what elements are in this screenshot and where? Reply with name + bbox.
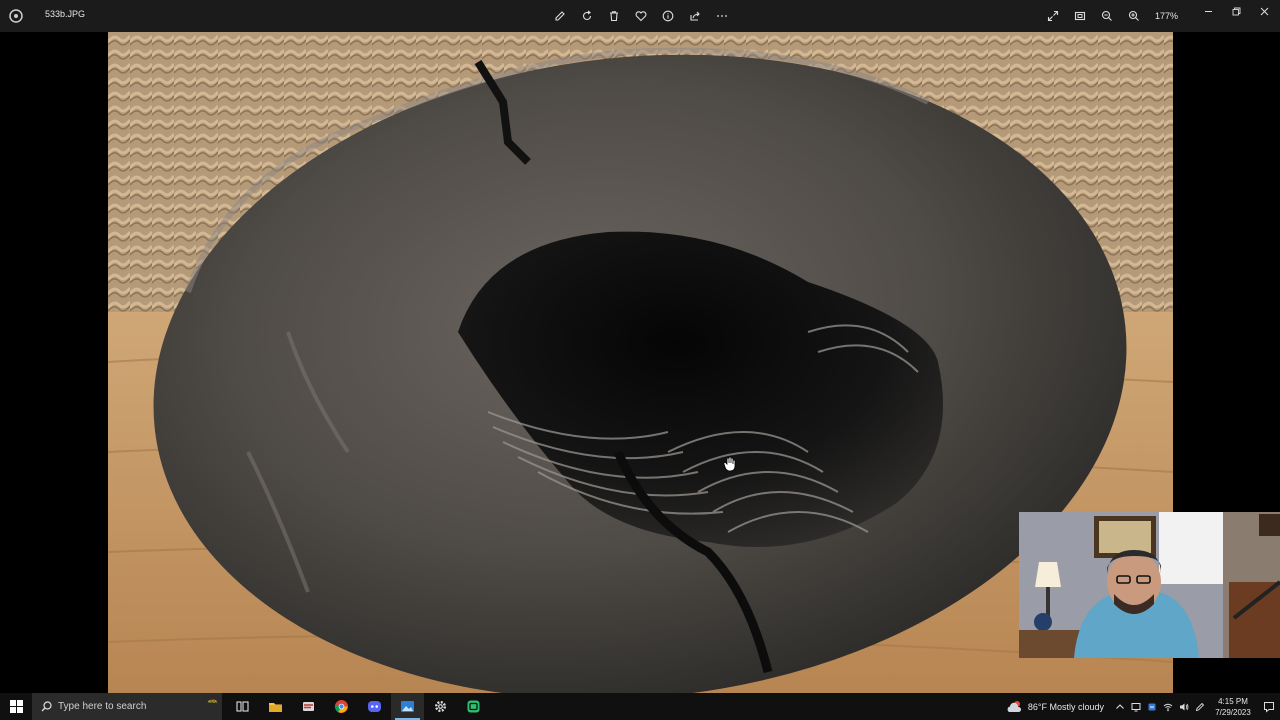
favorite-button[interactable] (631, 6, 651, 26)
file-explorer-button[interactable] (259, 693, 292, 720)
tray-display-button[interactable] (1128, 693, 1144, 720)
info-icon (662, 10, 674, 22)
window-controls (1194, 0, 1278, 22)
zoom-out-icon (1101, 10, 1112, 21)
edit-icon (555, 11, 565, 21)
chrome-button[interactable] (325, 693, 358, 720)
view-toolbar: 177% (1043, 6, 1178, 26)
tray-app-icon (1148, 703, 1156, 710)
share-button[interactable] (685, 6, 705, 26)
weather-text: 86°F Mostly cloudy (1027, 701, 1104, 712)
webcam-overlay (1019, 512, 1280, 658)
volume-button[interactable] (1176, 693, 1192, 720)
show-hidden-icons-button[interactable] (1112, 693, 1128, 720)
display-icon (1131, 702, 1141, 711)
image-toolbar (550, 6, 732, 26)
start-button[interactable] (0, 693, 32, 720)
zoom-in-icon (1128, 10, 1139, 21)
close-button[interactable] (1250, 0, 1278, 22)
zoom-level[interactable]: 177% (1155, 11, 1178, 21)
fossil-nodule-photo (108, 32, 1173, 693)
speaker-icon (1180, 703, 1189, 710)
minimize-button[interactable] (1194, 0, 1222, 22)
gear-icon (434, 700, 447, 713)
clock-date: 7/29/2023 (1215, 707, 1251, 717)
app-icon (303, 702, 314, 711)
clock-time: 4:15 PM (1218, 696, 1248, 706)
delete-button[interactable] (604, 6, 624, 26)
discord-button[interactable] (358, 693, 391, 720)
search-placeholder: Type here to search (58, 701, 147, 712)
rotate-button[interactable] (577, 6, 597, 26)
favorite-icon (635, 11, 647, 22)
task-view-icon (236, 701, 249, 712)
windows-logo-icon (9, 700, 23, 713)
network-button[interactable] (1160, 693, 1176, 720)
notification-icon (1264, 701, 1274, 713)
pen-icon (1195, 702, 1205, 711)
chrome-icon (334, 700, 348, 713)
photos-icon (401, 701, 414, 712)
fullscreen-icon (1047, 10, 1059, 22)
actual-size-icon (1074, 11, 1086, 21)
search-highlight-tiger-icon (207, 699, 218, 704)
discord-icon (368, 701, 381, 712)
file-name: 533b.JPG (45, 9, 86, 19)
zoom-in-button[interactable] (1124, 6, 1144, 26)
clock[interactable]: 4:15 PM 7/29/2023 (1208, 696, 1258, 718)
taskbar-search[interactable]: Type here to search (32, 693, 222, 720)
photos-app-icon (8, 8, 24, 24)
tray-app-button[interactable] (1144, 693, 1160, 720)
zoom-out-button[interactable] (1097, 6, 1117, 26)
rotate-icon (582, 10, 592, 21)
edit-button[interactable] (550, 6, 570, 26)
photos-button[interactable] (391, 693, 424, 720)
title-bar: 533b.JPG 177% (0, 0, 1280, 32)
fullscreen-button[interactable] (1043, 6, 1063, 26)
delete-icon (610, 11, 618, 22)
actual-size-button[interactable] (1070, 6, 1090, 26)
pen-button[interactable] (1192, 693, 1208, 720)
restore-icon (1232, 7, 1240, 15)
photo-viewer-image[interactable] (108, 32, 1173, 693)
task-view-button[interactable] (226, 693, 259, 720)
taskbar-apps (226, 693, 490, 720)
folder-icon (269, 703, 282, 712)
share-icon (690, 11, 700, 21)
wifi-icon (1163, 703, 1173, 711)
restore-button[interactable] (1222, 0, 1250, 22)
notifications-button[interactable] (1258, 693, 1280, 720)
info-button[interactable] (658, 6, 678, 26)
more-button[interactable] (712, 6, 732, 26)
more-icon (717, 15, 727, 17)
hand-cursor-icon (723, 456, 736, 472)
taskbar: Type here to search 86°F Mostly cloudy 4… (0, 693, 1280, 720)
webcam-feed (1019, 512, 1280, 658)
minimize-icon (1204, 10, 1212, 12)
obs-button[interactable] (457, 693, 490, 720)
settings-button[interactable] (424, 693, 457, 720)
system-tray: 86°F Mostly cloudy 4:15 PM 7/29/2023 (1006, 693, 1280, 720)
search-icon (41, 701, 52, 712)
obs-icon (467, 700, 480, 713)
weather-widget[interactable]: 86°F Mostly cloudy (1006, 700, 1104, 714)
close-icon (1260, 7, 1268, 15)
weather-cloud-icon (1007, 700, 1021, 712)
chevron-up-icon (1116, 703, 1124, 709)
app-button[interactable] (292, 693, 325, 720)
